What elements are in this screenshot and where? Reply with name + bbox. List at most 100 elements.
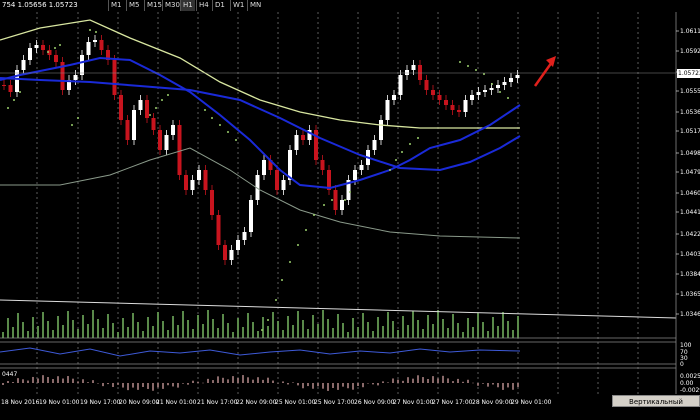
volume-bar-72 bbox=[362, 313, 364, 338]
candle-body-36 bbox=[236, 240, 240, 250]
price-chart[interactable]: 1.06115 1.05925 1.05550 1.05360 1.05170 1.049… bbox=[0, 0, 700, 408]
macd-bar-101 bbox=[507, 383, 509, 388]
macd-bar-27 bbox=[137, 383, 139, 390]
volume-bar-45 bbox=[227, 323, 229, 338]
volume-bar-54 bbox=[272, 312, 274, 338]
macd-bar-74 bbox=[372, 383, 374, 385]
macd-bar-47 bbox=[237, 378, 239, 383]
macd-bar-56 bbox=[282, 381, 284, 383]
candle-body-25 bbox=[164, 135, 169, 150]
sar-dot-8 bbox=[89, 29, 91, 31]
macd-bar-25 bbox=[127, 383, 129, 391]
trend-arrow bbox=[533, 61, 554, 87]
macd-bar-97 bbox=[487, 383, 489, 387]
candle-body-35 bbox=[229, 250, 234, 260]
macd-bar-90 bbox=[452, 381, 454, 383]
volume-bar-32 bbox=[162, 321, 164, 338]
macd-bar-13 bbox=[67, 376, 69, 383]
candle-body-24 bbox=[158, 130, 162, 150]
price-label-4: 1.05360 bbox=[680, 109, 700, 116]
candle-body-54 bbox=[353, 170, 357, 180]
macd-bar-10 bbox=[52, 379, 54, 383]
sar-dot-17 bbox=[227, 131, 229, 133]
volume-bar-15 bbox=[77, 329, 79, 338]
volume-bar-99 bbox=[497, 326, 499, 338]
macd-bar-36 bbox=[182, 383, 184, 384]
macd-bar-32 bbox=[162, 383, 164, 389]
sar-dot-23 bbox=[289, 261, 291, 263]
volume-bar-66 bbox=[332, 328, 334, 338]
sar-dot-33 bbox=[401, 151, 403, 153]
volume-bar-68 bbox=[342, 323, 344, 338]
macd-bar-52 bbox=[262, 379, 264, 383]
volume-bar-30 bbox=[152, 326, 154, 338]
sar-dot-3 bbox=[47, 51, 49, 53]
volume-bar-39 bbox=[197, 315, 199, 338]
macd-bar-7 bbox=[37, 378, 39, 383]
candle-body-5 bbox=[34, 45, 39, 48]
macd-bar-46 bbox=[232, 376, 234, 383]
sar-dot-40 bbox=[491, 83, 493, 85]
volume-bar-44 bbox=[222, 314, 224, 338]
macd-bar-24 bbox=[122, 383, 124, 388]
candle-body-63 bbox=[411, 65, 416, 70]
macd-bar-73 bbox=[367, 383, 369, 384]
candle-body-51 bbox=[333, 190, 338, 210]
time-label-13: 29 Nov 01:00 bbox=[511, 399, 552, 406]
vertical-scale-button[interactable]: Вертикальный масштаб bbox=[612, 395, 700, 418]
volume-bar-62 bbox=[312, 315, 314, 338]
macd-bar-30 bbox=[152, 383, 154, 391]
volume-bar-19 bbox=[97, 319, 99, 338]
volume-bar-93 bbox=[467, 318, 469, 338]
price-label-5: 1.05170 bbox=[680, 128, 700, 135]
macd-bar-81 bbox=[407, 377, 409, 383]
sar-dot-36 bbox=[459, 61, 461, 63]
time-label-11: 27 Nov 17:00 bbox=[432, 399, 473, 406]
macd-bar-19 bbox=[97, 383, 99, 384]
sar-dot-6 bbox=[71, 124, 73, 126]
volume-bar-49 bbox=[247, 313, 249, 338]
sar-dot-29 bbox=[344, 199, 346, 201]
volume-bar-82 bbox=[412, 311, 414, 338]
candle-body-67 bbox=[437, 95, 442, 100]
candle-body-59 bbox=[385, 100, 390, 120]
sar-dot-19 bbox=[261, 329, 263, 331]
macd-bar-91 bbox=[457, 378, 459, 383]
macd-bar-40 bbox=[202, 382, 204, 384]
volume-bar-11 bbox=[57, 316, 59, 338]
macd-bar-95 bbox=[477, 383, 479, 386]
volume-bar-57 bbox=[287, 316, 289, 338]
sar-dot-0 bbox=[7, 107, 9, 109]
volume-bar-36 bbox=[182, 311, 184, 338]
current-price-tag: 1.05723 bbox=[677, 69, 700, 78]
candle-body-27 bbox=[177, 125, 182, 175]
rsi-scale-3: 0 bbox=[680, 361, 684, 368]
macd-bar-57 bbox=[287, 383, 289, 385]
volume-bar-64 bbox=[322, 310, 324, 338]
macd-bar-94 bbox=[472, 382, 474, 384]
sar-dot-26 bbox=[313, 214, 315, 216]
candle-body-49 bbox=[320, 160, 325, 170]
macd-bar-41 bbox=[207, 378, 209, 383]
macd-bar-54 bbox=[272, 380, 274, 383]
sar-dot-21 bbox=[275, 299, 277, 301]
candle-body-1 bbox=[8, 85, 13, 92]
volume-bar-43 bbox=[217, 328, 219, 338]
macd-bar-43 bbox=[217, 376, 219, 383]
candle-body-31 bbox=[203, 170, 208, 190]
sar-dot-4 bbox=[54, 47, 56, 49]
macd-scale-2: -0.00298 bbox=[680, 387, 700, 394]
macd-bar-55 bbox=[277, 383, 279, 384]
price-label-13: 1.03650 bbox=[680, 291, 700, 298]
volume-bar-101 bbox=[507, 321, 509, 338]
macd-bar-75 bbox=[377, 383, 379, 386]
volume-bar-90 bbox=[452, 314, 454, 338]
volume-bar-42 bbox=[212, 319, 214, 338]
sar-dot-13 bbox=[167, 94, 169, 96]
macd-bar-76 bbox=[382, 381, 384, 383]
macd-bar-61 bbox=[307, 383, 309, 387]
volume-bar-17 bbox=[87, 324, 89, 338]
volume-bar-33 bbox=[167, 330, 169, 338]
macd-bar-68 bbox=[342, 383, 344, 387]
time-label-5: 21 Nov 17:00 bbox=[197, 399, 238, 406]
